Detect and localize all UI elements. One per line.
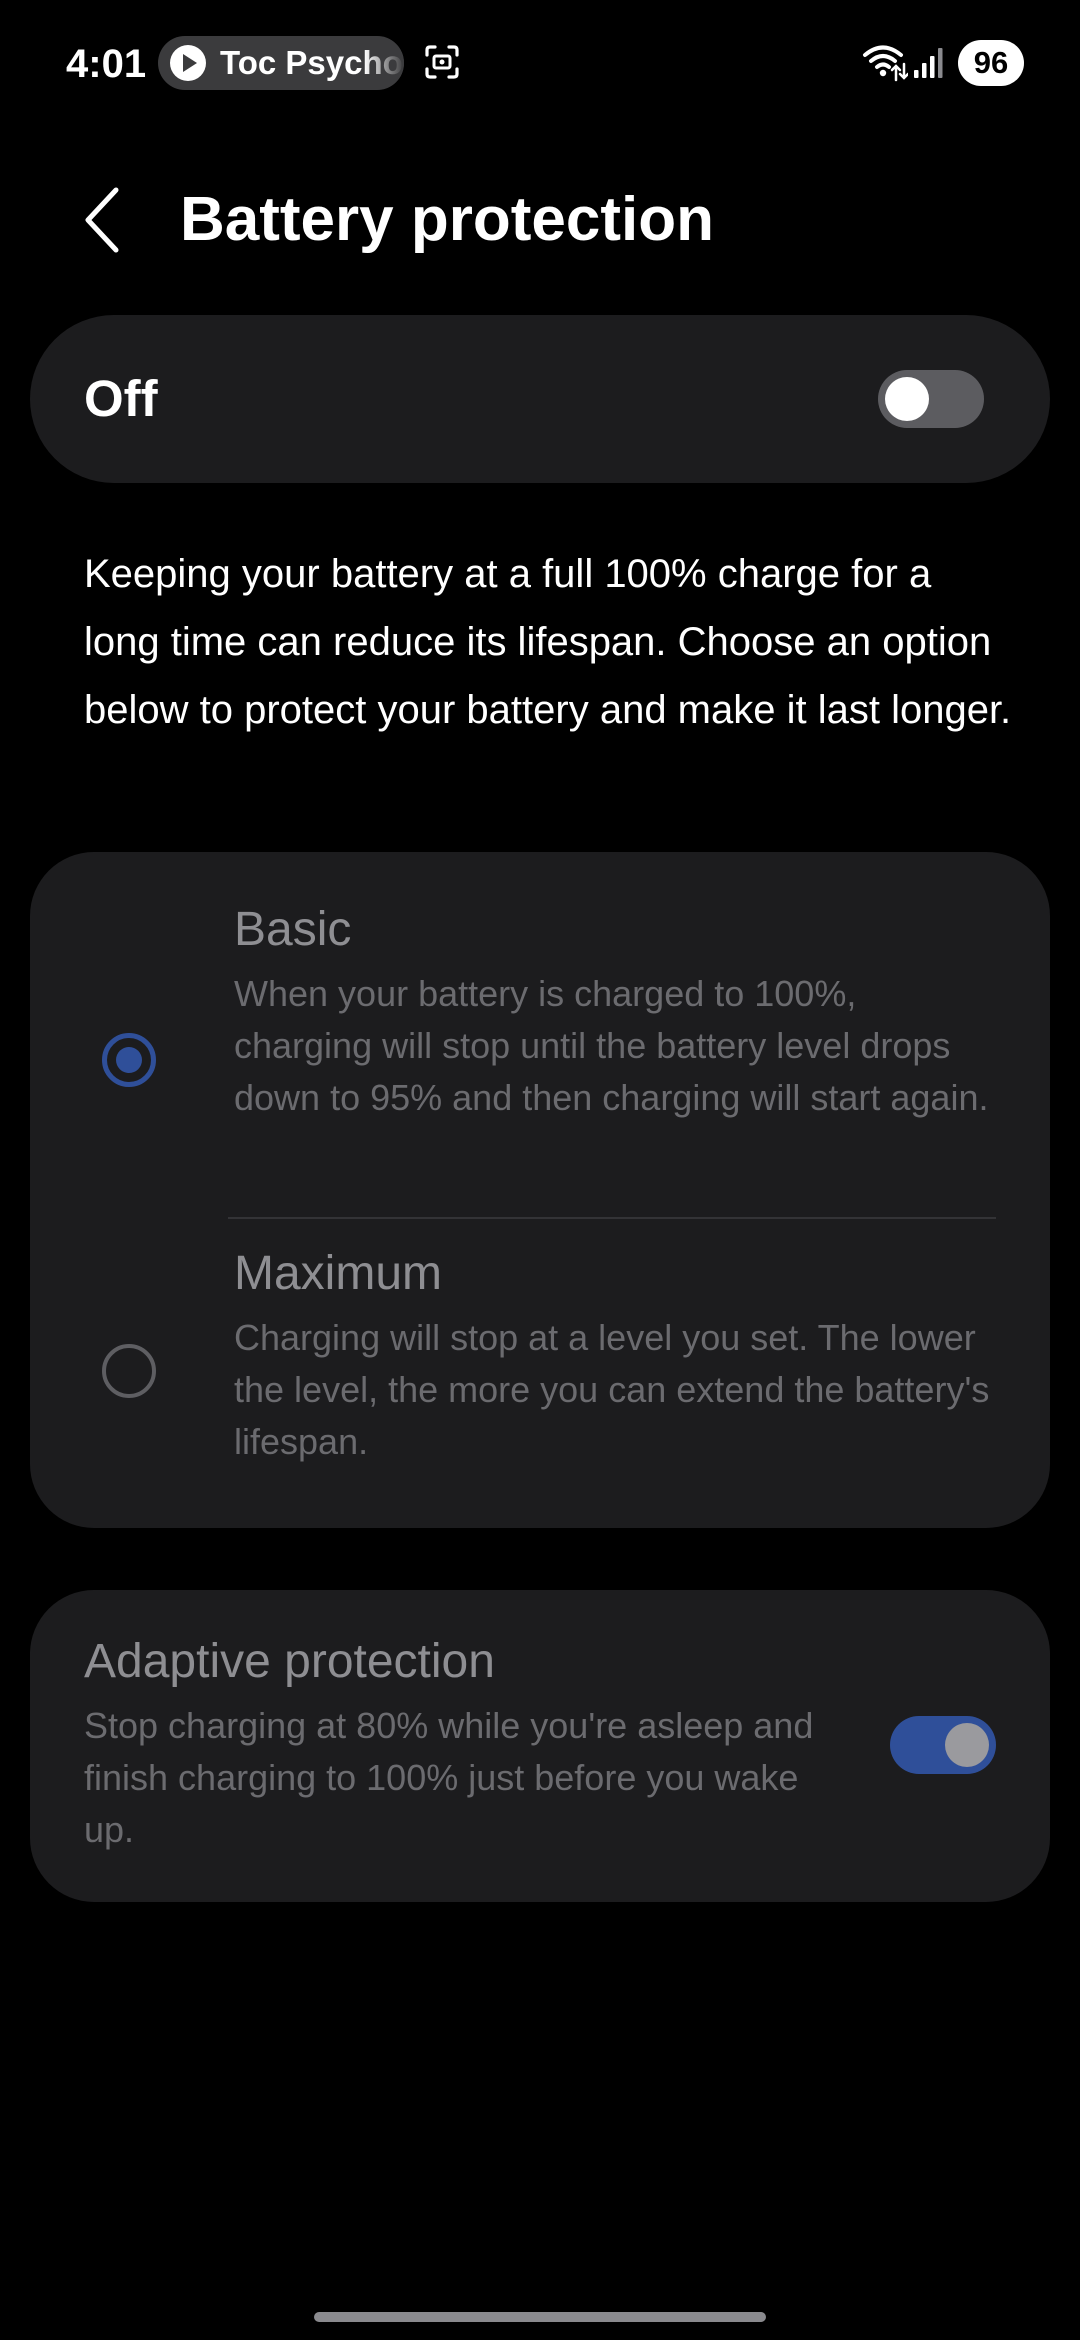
media-chip[interactable]: Toc Psycho <box>158 36 404 90</box>
master-switch-card[interactable]: Off <box>30 315 1050 483</box>
toggle-knob <box>945 1723 989 1767</box>
protection-options-card: Basic When your battery is charged to 10… <box>30 852 1050 1528</box>
radio-basic[interactable] <box>102 1033 156 1087</box>
back-arrow-icon[interactable] <box>72 180 140 260</box>
intro-description: Keeping your battery at a full 100% char… <box>84 552 1012 732</box>
adaptive-protection-title: Adaptive protection <box>84 1635 495 1688</box>
option-basic-description: When your battery is charged to 100%, ch… <box>234 973 989 1118</box>
adaptive-protection-card[interactable]: Adaptive protection Stop charging at 80%… <box>30 1590 1050 1902</box>
battery-level-badge: 96 <box>958 40 1024 86</box>
adaptive-protection-description: Stop charging at 80% while you're asleep… <box>84 1705 814 1850</box>
option-maximum-description: Charging will stop at a level you set. T… <box>234 1317 990 1462</box>
screenshot-capture-icon <box>425 45 459 79</box>
option-maximum-title: Maximum <box>234 1247 443 1300</box>
status-time: 4:01 <box>66 42 147 86</box>
home-indicator[interactable] <box>314 2312 766 2322</box>
play-icon <box>170 45 206 81</box>
option-basic-title: Basic <box>234 903 352 956</box>
option-maximum[interactable]: Maximum Charging will stop at a level yo… <box>30 1218 1050 1528</box>
radio-maximum[interactable] <box>102 1344 156 1398</box>
status-bar: 4:01 Toc Psycho 96 <box>0 0 1080 128</box>
signal-icon <box>914 48 943 78</box>
radio-selected-dot <box>116 1047 142 1073</box>
master-toggle-switch[interactable] <box>878 370 984 428</box>
adaptive-toggle-switch[interactable] <box>890 1716 996 1774</box>
page-title: Battery protection <box>180 185 714 254</box>
toggle-knob <box>885 377 929 421</box>
option-basic[interactable]: Basic When your battery is charged to 10… <box>30 852 1050 1217</box>
master-switch-label: Off <box>84 370 158 427</box>
wifi-icon <box>863 45 908 82</box>
media-chip-fade <box>364 36 404 90</box>
